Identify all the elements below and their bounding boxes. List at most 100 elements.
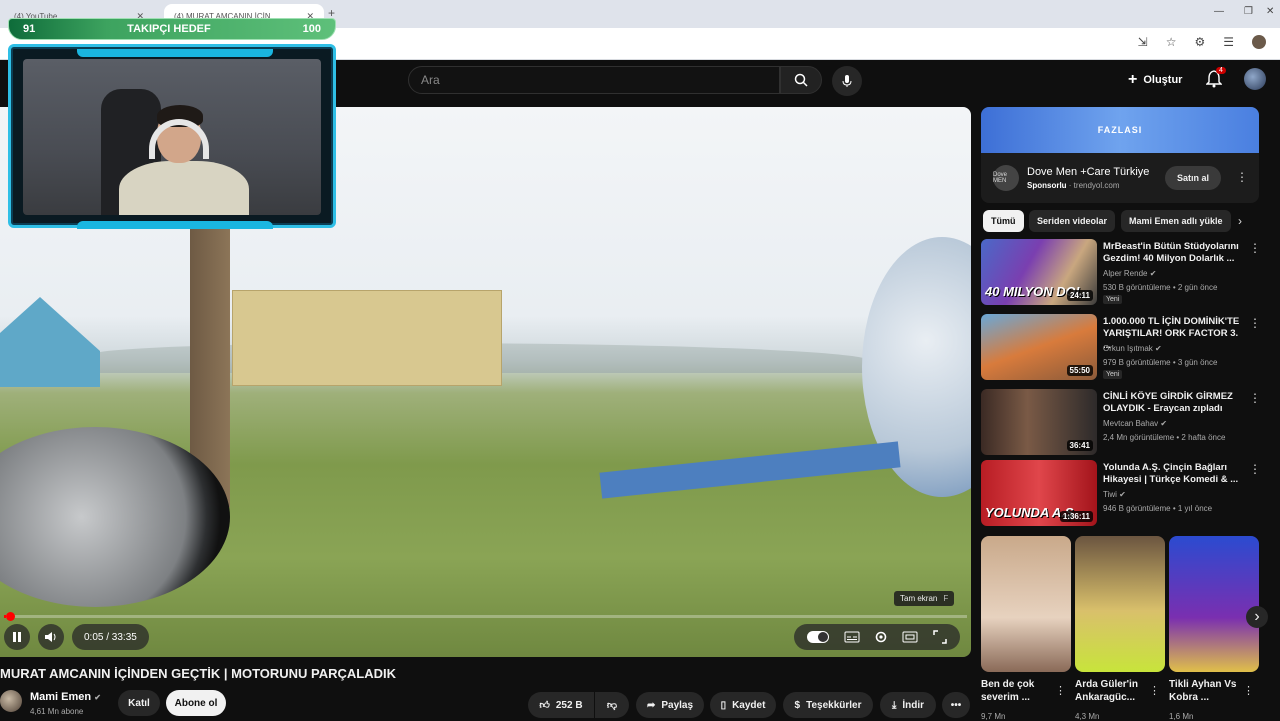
- fullscreen-icon[interactable]: [933, 630, 947, 644]
- list-item[interactable]: YOLUNDA A.Ş 1:36:11 Yolunda A.Ş. Çinçin …: [981, 460, 1271, 528]
- short-menu-icon[interactable]: ⋮: [1243, 684, 1254, 697]
- chip-channel-uploads[interactable]: Mami Emen adlı yükle: [1121, 210, 1231, 232]
- channel-name[interactable]: Alper Rende ✔: [1103, 269, 1156, 278]
- buy-button[interactable]: Satın al: [1165, 166, 1221, 190]
- short-thumbnail[interactable]: [1169, 536, 1259, 672]
- reading-list-icon[interactable]: ☰: [1223, 35, 1234, 49]
- channel-name-text: Tiwi: [1103, 490, 1117, 499]
- video-thumbnail[interactable]: 36:41: [981, 389, 1097, 455]
- video-menu-icon[interactable]: ⋮: [1249, 391, 1261, 405]
- video-meta: 530 B görüntüleme • 2 gün önce: [1103, 283, 1218, 292]
- channel-name[interactable]: Orkun Işıtmak ✔: [1103, 344, 1162, 353]
- minimize-icon[interactable]: —: [1214, 6, 1224, 17]
- streamer: [119, 105, 249, 215]
- profile-avatar[interactable]: [1252, 35, 1266, 49]
- subtitles-icon[interactable]: [844, 631, 860, 643]
- shorts-shelf: Ben de çok severim ... Arda Güler'in Ank…: [981, 536, 1271, 721]
- volume-icon: [45, 632, 56, 642]
- like-count: 252 B: [555, 699, 583, 711]
- chevron-right-icon: ›: [1254, 608, 1260, 625]
- volume-button[interactable]: [38, 624, 64, 650]
- channel-name[interactable]: Mevtcan Bahav ✔: [1103, 419, 1167, 428]
- chip-series[interactable]: Seriden videolar: [1029, 210, 1116, 232]
- channel-name-text: Mami Emen: [30, 691, 92, 703]
- voice-search-button[interactable]: [832, 66, 862, 96]
- more-actions-button[interactable]: •••: [942, 692, 970, 718]
- video-menu-icon[interactable]: ⋮: [1249, 316, 1261, 330]
- video-thumbnail[interactable]: 40 MILYON DOL 24:11: [981, 239, 1097, 305]
- more-horizontal-icon: •••: [950, 699, 962, 711]
- video-frame-trailer: [599, 441, 901, 499]
- list-item[interactable]: 40 MILYON DOL 24:11 MrBeast'in Bütün Stü…: [981, 239, 1271, 307]
- verified-check-icon: ✔: [94, 693, 101, 702]
- video-menu-icon[interactable]: ⋮: [1249, 241, 1261, 255]
- video-title[interactable]: MrBeast'in Bütün Stüdyolarını Gezdim! 40…: [1103, 241, 1243, 265]
- shorts-next-button[interactable]: ›: [1246, 606, 1268, 628]
- short-thumbnail[interactable]: [981, 536, 1071, 672]
- short-title[interactable]: Arda Güler'in Ankaragüc...: [1075, 678, 1149, 704]
- subscribe-button[interactable]: Abone ol: [166, 690, 226, 716]
- video-duration: 1:36:11: [1059, 511, 1093, 522]
- video-thumbnail[interactable]: 55:50: [981, 314, 1097, 380]
- short-title[interactable]: Ben de çok severim ...: [981, 678, 1055, 704]
- dislike-button[interactable]: 👎︎: [595, 692, 629, 718]
- install-app-icon[interactable]: ⇲: [1138, 35, 1148, 49]
- search-button[interactable]: [780, 66, 822, 94]
- video-meta: 946 B görüntüleme • 1 yıl önce: [1103, 504, 1213, 513]
- account-avatar[interactable]: [1244, 68, 1266, 90]
- create-label: Oluştur: [1143, 74, 1183, 86]
- pause-button[interactable]: [4, 624, 30, 650]
- chevron-right-icon[interactable]: ›: [1238, 214, 1242, 228]
- scrubber-handle[interactable]: [6, 612, 15, 621]
- new-badge: Yeni: [1103, 370, 1123, 379]
- restore-icon[interactable]: ❐: [1244, 6, 1253, 17]
- video-menu-icon[interactable]: ⋮: [1249, 462, 1261, 476]
- thanks-button[interactable]: $ Teşekkürler: [783, 692, 873, 718]
- video-thumbnail[interactable]: YOLUNDA A.Ş 1:36:11: [981, 460, 1097, 526]
- video-title[interactable]: CİNLİ KÖYE GİRDİK GİRMEZ OLAYDIK - Erayc…: [1103, 391, 1243, 415]
- short-menu-icon[interactable]: ⋮: [1055, 684, 1066, 697]
- window-close-icon[interactable]: ✕: [1266, 6, 1274, 17]
- webcam-frame: [8, 44, 336, 229]
- extensions-icon[interactable]: ⚙: [1194, 35, 1205, 49]
- download-button[interactable]: ⤓ İndir: [880, 692, 936, 718]
- search-input[interactable]: Ara: [408, 66, 780, 94]
- channel-name[interactable]: Mami Emen ✔: [30, 691, 101, 703]
- autoplay-toggle[interactable]: [807, 631, 830, 643]
- video-duration: 55:50: [1066, 365, 1093, 376]
- save-button[interactable]: ▯ Kaydet: [710, 692, 776, 718]
- player-settings-group: [794, 624, 960, 650]
- video-meta: 979 B görüntüleme • 3 gün önce: [1103, 358, 1218, 367]
- ad-menu-icon[interactable]: ⋮: [1236, 170, 1248, 184]
- progress-bar[interactable]: [4, 612, 967, 621]
- player-controls: 0:05 / 33:35: [0, 624, 971, 650]
- chip-all[interactable]: Tümü: [983, 210, 1024, 232]
- bookmark-star-icon[interactable]: ☆: [1166, 35, 1177, 49]
- join-button[interactable]: Katıl: [118, 690, 160, 716]
- channel-name-text: Mevtcan Bahav: [1103, 419, 1159, 428]
- webcam-frame-top-accent: [77, 49, 273, 57]
- short-menu-icon[interactable]: ⋮: [1149, 684, 1160, 697]
- buy-label: Satın al: [1176, 173, 1209, 183]
- ad-logo: Dove MEN: [993, 165, 1019, 191]
- ad-domain: · trendyol.com: [1068, 181, 1120, 190]
- video-title[interactable]: Yolunda A.Ş. Çinçin Bağları Hikayesi | T…: [1103, 462, 1243, 486]
- sponsored-ad-card[interactable]: FAZLASI Dove MEN Dove Men +Care Türkiye …: [981, 107, 1259, 203]
- theater-mode-icon[interactable]: [902, 631, 918, 643]
- share-button[interactable]: ➦ Paylaş: [636, 692, 704, 718]
- short-thumbnail[interactable]: [1075, 536, 1165, 672]
- create-button[interactable]: + Oluştur: [1128, 69, 1182, 91]
- list-item[interactable]: 55:50 1.000.000 TL İÇİN DOMİNİK'TE YARIŞ…: [981, 314, 1271, 382]
- ad-banner[interactable]: FAZLASI: [981, 107, 1259, 153]
- like-button[interactable]: 👍︎ 252 B: [528, 692, 594, 718]
- channel-avatar[interactable]: [0, 690, 22, 712]
- channel-name[interactable]: Tiwi ✔: [1103, 490, 1126, 499]
- settings-gear-icon[interactable]: [874, 630, 888, 644]
- search-placeholder: Ara: [421, 73, 440, 87]
- goal-target-value: 100: [302, 23, 321, 35]
- list-item[interactable]: 36:41 CİNLİ KÖYE GİRDİK GİRMEZ OLAYDIK -…: [981, 389, 1271, 457]
- webcam-feed: [23, 59, 321, 215]
- short-title[interactable]: Tikli Ayhan Vs Kobra ...: [1169, 678, 1243, 704]
- time-text: 0:05 / 33:35: [84, 631, 137, 643]
- follower-goal-bar: 91 TAKIPÇI HEDEF 100: [8, 18, 336, 40]
